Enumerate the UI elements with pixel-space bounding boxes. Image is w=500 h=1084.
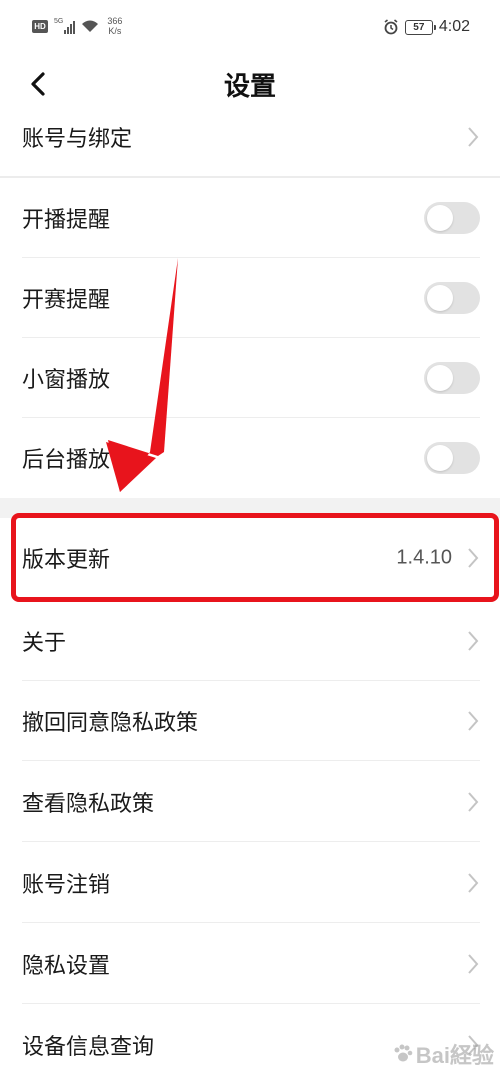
status-bar: HD 5G 366 K/s 57 4:02 xyxy=(0,0,500,58)
setting-label: 查看隐私政策 xyxy=(22,792,155,817)
chevron-right-icon xyxy=(468,631,479,651)
row-divider xyxy=(22,922,480,923)
version-number: 1.4.10 xyxy=(396,546,452,569)
chevron-right-icon xyxy=(468,792,479,812)
setting-about[interactable]: 关于 xyxy=(0,601,500,681)
setting-view-privacy[interactable]: 查看隐私政策 xyxy=(0,762,500,842)
toggle-knob xyxy=(427,365,453,391)
setting-account-cancel[interactable]: 账号注销 xyxy=(0,843,500,923)
paw-icon xyxy=(394,1044,413,1062)
setting-label: 隐私设置 xyxy=(22,954,111,979)
setting-label: 撤回同意隐私政策 xyxy=(22,711,199,736)
toggle-knob xyxy=(427,205,453,231)
row-divider xyxy=(22,841,480,842)
setting-label: 账号注销 xyxy=(22,873,111,898)
toggle-knob xyxy=(427,445,453,471)
watermark-text: Bai経验 xyxy=(415,1043,494,1068)
hd-icon: HD xyxy=(32,19,48,33)
setting-label: 开播提醒 xyxy=(22,208,111,233)
match-reminder-toggle[interactable] xyxy=(424,282,480,314)
network-speed-value: 366 xyxy=(107,16,123,26)
setting-version-update[interactable]: 版本更新 1.4.10 xyxy=(0,518,500,598)
status-right: 57 4:02 xyxy=(383,18,470,36)
toggle-knob xyxy=(427,285,453,311)
setting-mini-window: 小窗播放 xyxy=(0,338,500,418)
chevron-right-icon xyxy=(468,873,479,893)
setting-label: 开赛提醒 xyxy=(22,288,111,313)
setting-label: 账号与绑定 xyxy=(22,127,133,152)
row-divider xyxy=(22,1003,480,1004)
alarm-icon xyxy=(384,19,398,35)
setting-account-binding[interactable]: 账号与绑定 xyxy=(0,97,500,177)
setting-label: 关于 xyxy=(22,631,67,656)
setting-stream-reminder: 开播提醒 xyxy=(0,178,500,258)
row-divider xyxy=(22,760,480,761)
stream-reminder-toggle[interactable] xyxy=(424,202,480,234)
chevron-right-icon xyxy=(468,954,479,974)
mini-window-toggle[interactable] xyxy=(424,362,480,394)
network-speed-unit: K/s xyxy=(108,26,122,36)
battery-icon: 57 xyxy=(404,19,436,35)
wifi-icon xyxy=(82,20,99,32)
setting-background-play: 后台播放 xyxy=(0,418,500,498)
network-type: 5G xyxy=(54,18,64,25)
chevron-right-icon xyxy=(468,548,479,568)
clock: 4:02 xyxy=(438,18,470,35)
setting-privacy-settings[interactable]: 隐私设置 xyxy=(0,924,500,1004)
setting-label: 设备信息查询 xyxy=(22,1035,155,1060)
setting-label: 小窗播放 xyxy=(22,368,111,393)
setting-label: 版本更新 xyxy=(22,548,111,573)
setting-match-reminder: 开赛提醒 xyxy=(0,258,500,338)
section-gap xyxy=(0,498,500,518)
signal-icon: 5G xyxy=(54,18,76,34)
background-play-toggle[interactable] xyxy=(424,442,480,474)
status-left: HD 5G 366 K/s xyxy=(32,16,122,36)
network-speed: 366 K/s xyxy=(107,16,122,36)
watermark: Bai経验 xyxy=(392,1038,494,1070)
chevron-right-icon xyxy=(468,127,479,147)
setting-revoke-privacy[interactable]: 撤回同意隐私政策 xyxy=(0,681,500,761)
chevron-right-icon xyxy=(468,711,479,731)
setting-label: 后台播放 xyxy=(22,448,111,473)
